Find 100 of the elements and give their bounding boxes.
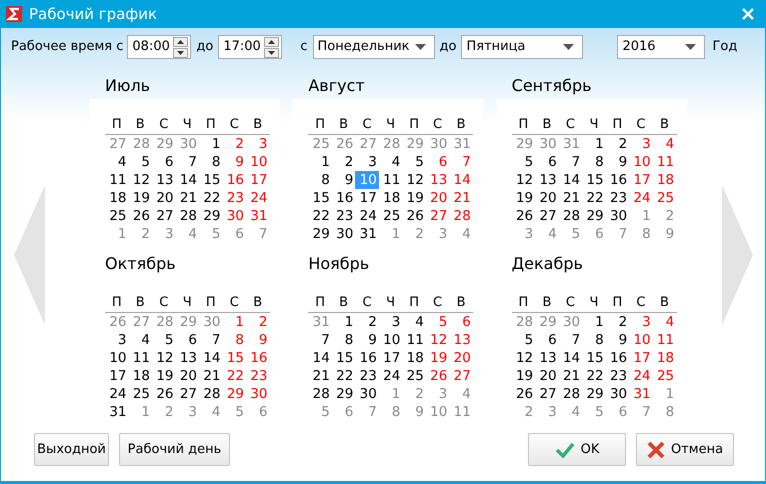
day-cell[interactable]: 25 bbox=[402, 367, 426, 385]
day-cell[interactable]: 29 bbox=[222, 385, 246, 403]
day-cell[interactable]: 31 bbox=[105, 403, 128, 421]
day-cell[interactable]: 24 bbox=[629, 367, 653, 385]
day-cell[interactable]: 30 bbox=[332, 225, 356, 243]
day-cell[interactable]: 13 bbox=[449, 331, 473, 349]
day-cell[interactable]: 19 bbox=[402, 189, 426, 207]
day-cell[interactable]: 27 bbox=[535, 385, 559, 403]
day-cell[interactable]: 3 bbox=[355, 153, 379, 171]
dropdown[interactable]: 2016 bbox=[617, 35, 706, 59]
day-cell[interactable]: 22 bbox=[308, 207, 332, 225]
day-cell[interactable]: 17 bbox=[355, 189, 379, 207]
day-cell[interactable]: 11 bbox=[402, 331, 426, 349]
day-cell[interactable]: 21 bbox=[199, 367, 222, 385]
day-cell[interactable]: 1 bbox=[222, 313, 246, 331]
spinner-control[interactable] bbox=[264, 36, 280, 58]
day-cell[interactable]: 26 bbox=[512, 207, 536, 225]
day-cell[interactable]: 15 bbox=[582, 349, 606, 367]
day-cell[interactable]: 25 bbox=[128, 385, 152, 403]
day-cell[interactable]: 2 bbox=[222, 135, 246, 153]
day-cell[interactable]: 20 bbox=[176, 367, 199, 385]
day-cell[interactable]: 17 bbox=[246, 171, 270, 189]
day-cell[interactable]: 2 bbox=[332, 153, 356, 171]
day-cell[interactable]: 1 bbox=[308, 153, 332, 171]
day-cell[interactable]: 7 bbox=[308, 331, 332, 349]
day-cell[interactable]: 16 bbox=[355, 349, 379, 367]
day-cell[interactable]: 14 bbox=[176, 171, 199, 189]
day-cell[interactable]: 13 bbox=[176, 349, 199, 367]
day-cell[interactable]: 15 bbox=[308, 189, 332, 207]
day-cell[interactable]: 24 bbox=[246, 189, 270, 207]
day-cell[interactable]: 14 bbox=[558, 349, 582, 367]
day-cell[interactable]: 6 bbox=[535, 153, 559, 171]
day-cell[interactable]: 26 bbox=[128, 207, 152, 225]
day-cell[interactable]: 18 bbox=[105, 189, 128, 207]
day-cell[interactable]: 13 bbox=[535, 349, 559, 367]
day-cell[interactable]: 30 bbox=[606, 207, 630, 225]
day-cell[interactable]: 12 bbox=[152, 349, 176, 367]
day-cell[interactable]: 4 bbox=[652, 313, 676, 331]
dropdown[interactable]: Понедельник bbox=[312, 35, 435, 59]
day-cell[interactable]: 11 bbox=[105, 171, 128, 189]
day-cell[interactable]: 12 bbox=[402, 171, 426, 189]
day-cell[interactable]: 21 bbox=[449, 189, 473, 207]
day-cell[interactable]: 2 bbox=[606, 313, 630, 331]
day-cell[interactable]: 23 bbox=[606, 367, 630, 385]
day-cell[interactable]: 10 bbox=[105, 349, 128, 367]
day-cell[interactable]: 23 bbox=[355, 367, 379, 385]
spinner-control[interactable] bbox=[173, 36, 188, 58]
day-cell[interactable]: 17 bbox=[105, 367, 128, 385]
day-cell[interactable]: 25 bbox=[105, 207, 128, 225]
day-cell[interactable]: 2 bbox=[355, 313, 379, 331]
day-cell[interactable]: 12 bbox=[426, 331, 450, 349]
day-cell[interactable]: 4 bbox=[378, 153, 402, 171]
day-cell[interactable]: 8 bbox=[199, 153, 222, 171]
day-cell[interactable]: 5 bbox=[128, 153, 152, 171]
day-cell[interactable]: 13 bbox=[426, 171, 450, 189]
day-cell[interactable]: 21 bbox=[308, 367, 332, 385]
day-cell[interactable]: 28 bbox=[199, 385, 222, 403]
day-cell[interactable]: 28 bbox=[176, 207, 199, 225]
day-cell[interactable]: 6 bbox=[176, 331, 199, 349]
day-cell[interactable]: 31 bbox=[246, 207, 270, 225]
day-cell[interactable]: 28 bbox=[558, 385, 582, 403]
day-cell[interactable]: 10 bbox=[629, 153, 653, 171]
day-cell[interactable]: 10 bbox=[629, 331, 653, 349]
day-cell[interactable]: 22 bbox=[582, 367, 606, 385]
day-cell[interactable]: 28 bbox=[558, 207, 582, 225]
day-cell[interactable]: 3 bbox=[629, 135, 653, 153]
day-cell[interactable]: 7 bbox=[558, 331, 582, 349]
day-cell[interactable]: 19 bbox=[512, 189, 536, 207]
day-cell[interactable]: 3 bbox=[629, 313, 653, 331]
day-cell[interactable]: 3 bbox=[105, 331, 128, 349]
day-cell[interactable]: 29 bbox=[199, 207, 222, 225]
day-cell[interactable]: 15 bbox=[222, 349, 246, 367]
work-day-button[interactable]: Рабочий день bbox=[119, 433, 230, 466]
ok-button[interactable]: OK bbox=[528, 433, 626, 466]
day-cell[interactable]: 28 bbox=[449, 207, 473, 225]
day-cell[interactable]: 20 bbox=[535, 367, 559, 385]
day-cell[interactable]: 18 bbox=[402, 349, 426, 367]
day-cell[interactable]: 20 bbox=[449, 349, 473, 367]
day-cell[interactable]: 12 bbox=[512, 171, 536, 189]
day-cell[interactable]: 24 bbox=[105, 385, 128, 403]
day-cell[interactable]: 11 bbox=[128, 349, 152, 367]
day-cell[interactable]: 18 bbox=[652, 171, 676, 189]
day-cell[interactable]: 30 bbox=[246, 385, 270, 403]
day-cell[interactable]: 5 bbox=[426, 313, 450, 331]
day-cell[interactable]: 31 bbox=[355, 225, 379, 243]
day-cell[interactable]: 27 bbox=[426, 207, 450, 225]
day-cell[interactable]: 24 bbox=[355, 207, 379, 225]
day-cell[interactable]: 14 bbox=[199, 349, 222, 367]
day-cell[interactable]: 11 bbox=[652, 331, 676, 349]
day-cell[interactable]: 27 bbox=[535, 207, 559, 225]
day-cell[interactable]: 9 bbox=[246, 331, 270, 349]
day-cell[interactable]: 10 bbox=[246, 153, 270, 171]
day-cell[interactable]: 7 bbox=[558, 153, 582, 171]
cancel-button[interactable]: Отмена bbox=[636, 433, 734, 466]
day-cell[interactable]: 29 bbox=[308, 225, 332, 243]
day-cell[interactable]: 21 bbox=[176, 189, 199, 207]
day-cell[interactable]: 10 bbox=[378, 331, 402, 349]
day-cell[interactable]: 31 bbox=[629, 385, 653, 403]
day-cell[interactable]: 3 bbox=[246, 135, 270, 153]
day-cell[interactable]: 29 bbox=[582, 385, 606, 403]
